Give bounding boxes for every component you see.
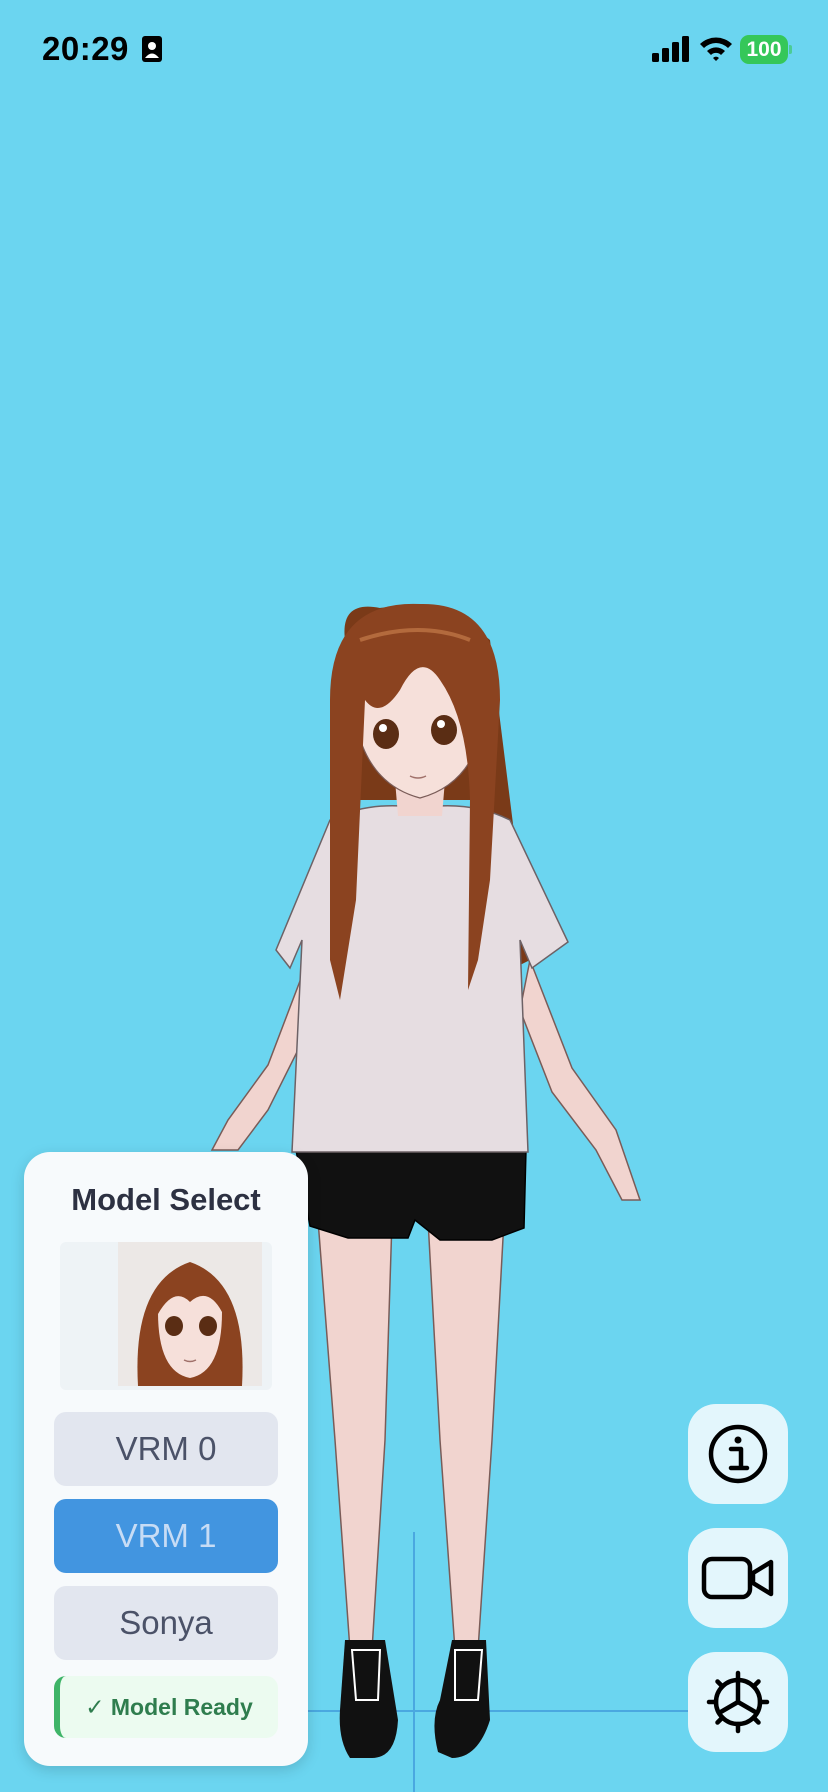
model-thumbnail: [118, 1242, 262, 1386]
info-icon: [708, 1424, 768, 1484]
model-select-panel: Model Select VRM 0 VRM 1 Sonya ✓ Model R…: [24, 1152, 308, 1766]
model-button-vrm0[interactable]: VRM 0: [54, 1412, 278, 1486]
panel-title: Model Select: [71, 1182, 261, 1217]
model-button-vrm1[interactable]: VRM 1: [54, 1499, 278, 1573]
settings-button[interactable]: [688, 1652, 788, 1752]
model-thumbnail-frame: [60, 1242, 272, 1390]
model-status-badge: ✓ Model Ready: [54, 1676, 278, 1738]
model-button-sonya[interactable]: Sonya: [54, 1586, 278, 1660]
info-button[interactable]: [688, 1404, 788, 1504]
camera-button[interactable]: [688, 1528, 788, 1628]
video-camera-icon: [701, 1556, 774, 1600]
settings-gear-icon: [706, 1670, 770, 1734]
